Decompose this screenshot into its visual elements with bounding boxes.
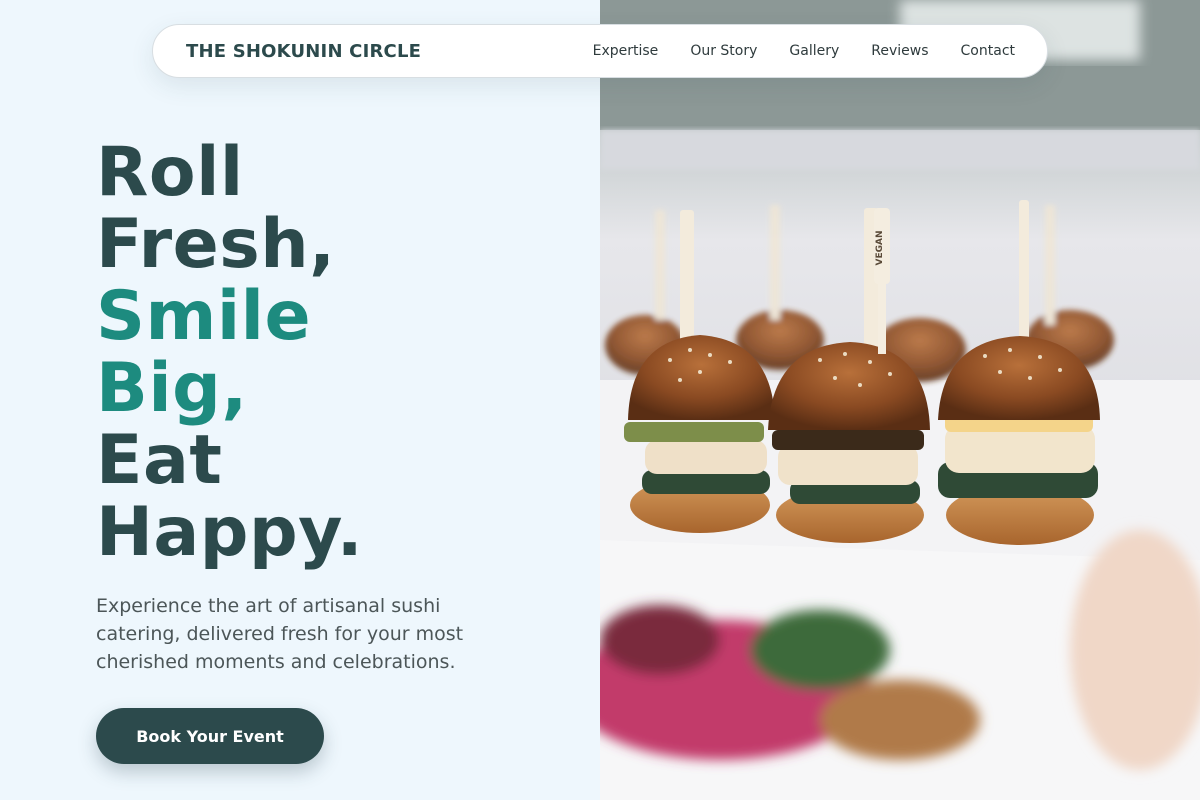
hero-headline: Roll Fresh, Smile Big, Eat Happy.: [96, 137, 576, 569]
brand-logo[interactable]: THE SHOKUNIN CIRCLE: [186, 41, 421, 62]
top-navbar: THE SHOKUNIN CIRCLE Expertise Our Story …: [152, 24, 1048, 78]
headline-line: Happy.: [96, 493, 364, 572]
nav-link-expertise[interactable]: Expertise: [593, 43, 659, 59]
headline-accent-line: Smile: [96, 277, 312, 356]
nav-links: Expertise Our Story Gallery Reviews Cont…: [593, 43, 1015, 59]
svg-text:VEGAN: VEGAN: [875, 231, 885, 266]
headline-line: Roll: [96, 133, 244, 212]
hero-subtitle: Experience the art of artisanal sushi ca…: [96, 595, 464, 673]
headline-accent-line: Big,: [96, 349, 248, 428]
nav-link-our-story[interactable]: Our Story: [690, 43, 757, 59]
nav-link-contact[interactable]: Contact: [961, 43, 1015, 59]
nav-link-reviews[interactable]: Reviews: [871, 43, 928, 59]
headline-line: Eat: [96, 421, 223, 500]
headline-line: Fresh,: [96, 205, 336, 284]
slider-front-2: [768, 208, 930, 543]
hero-food-image: VEGAN: [600, 0, 1200, 800]
slider-front-3: [938, 200, 1100, 545]
sliders-photo-illustration: VEGAN: [600, 0, 1200, 800]
book-event-button[interactable]: Book Your Event: [96, 708, 324, 764]
nav-link-gallery[interactable]: Gallery: [789, 43, 839, 59]
